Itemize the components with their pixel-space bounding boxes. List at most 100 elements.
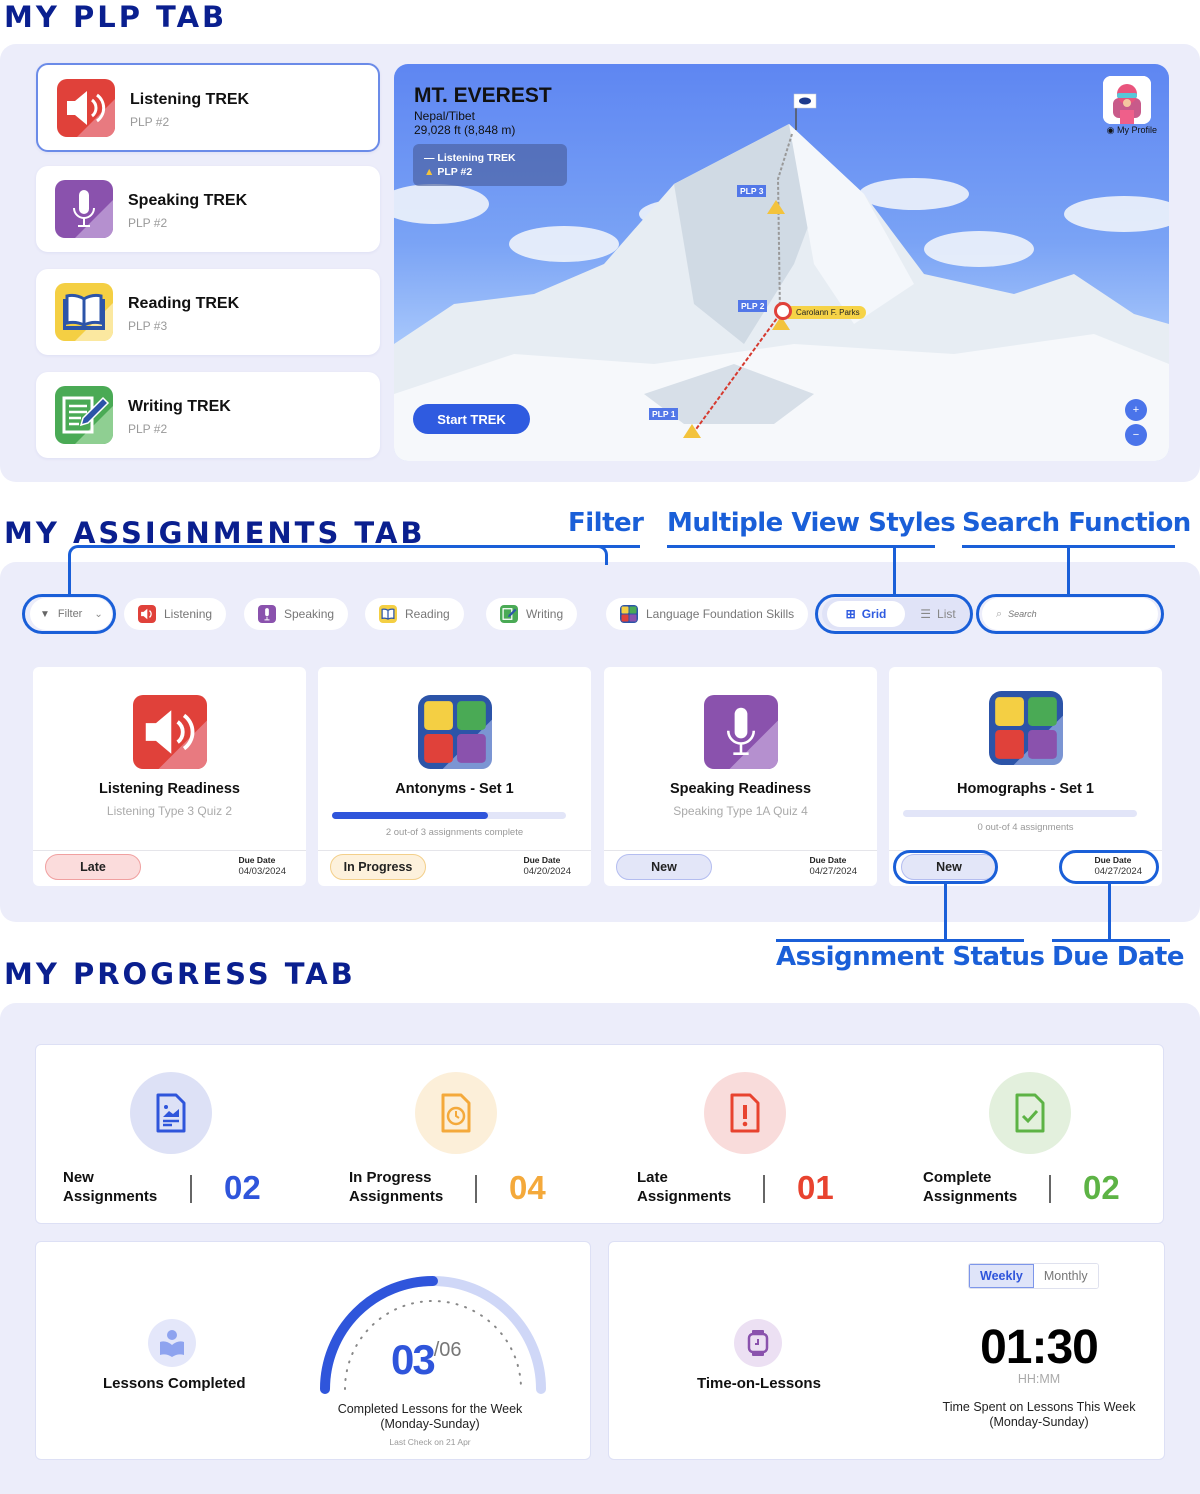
four-skills-icon	[988, 691, 1063, 765]
due-label: Due Date	[238, 855, 276, 865]
assignment-card[interactable]: Antonyms - Set 1 2 out-of 3 assignments …	[318, 667, 591, 886]
chip-listening[interactable]: Listening	[124, 598, 227, 630]
card-divider	[318, 850, 591, 851]
stat-label: In Progress Assignments	[349, 1168, 443, 1206]
my-profile-link[interactable]: ◉ My Profile	[1107, 125, 1157, 136]
callout-connector	[68, 545, 608, 565]
card-title: Listening Readiness	[98, 781, 240, 797]
trek-plp: PLP #3	[128, 319, 168, 333]
trek-title: Writing TREK	[128, 398, 231, 415]
assignment-card[interactable]: Speaking Readiness Speaking Type 1A Quiz…	[604, 667, 877, 886]
student-location-pin-icon	[774, 302, 792, 320]
callout-status: Assignment Status	[776, 942, 1045, 972]
stat-value: 02	[1083, 1169, 1120, 1206]
stat-late: Late Assignments 01	[610, 1045, 890, 1225]
microphone-icon	[703, 695, 778, 769]
stat-label: Late Assignments	[637, 1168, 731, 1206]
speaker-icon	[57, 79, 115, 137]
book-icon	[55, 283, 113, 341]
height-text: 29,028 ft (8,848 m)	[414, 123, 516, 137]
search-highlight	[976, 594, 1164, 634]
card-title: Antonyms - Set 1	[395, 781, 514, 797]
status-badge: New	[616, 854, 712, 880]
progress-text: 0 out-of 4 assignments	[977, 822, 1074, 833]
chip-language-foundation-skills[interactable]: Language Foundation Skills	[606, 598, 809, 630]
camp-tent-plp3[interactable]	[767, 200, 785, 214]
divider	[190, 1175, 192, 1203]
caption-line: (Monday-Sunday)	[380, 1417, 480, 1431]
callout-connector	[893, 545, 896, 597]
microphone-icon	[55, 180, 113, 238]
callout-connector	[68, 563, 71, 597]
trek-item-reading[interactable]: Reading TREK PLP #3	[36, 269, 380, 355]
callout-connector	[1067, 545, 1070, 597]
stat-value: 01	[797, 1169, 834, 1206]
trek-title: Listening TREK	[130, 91, 250, 108]
status-badge: Late	[45, 854, 141, 880]
callout-due-date: Due Date	[1052, 942, 1184, 972]
trek-item-speaking[interactable]: Speaking TREK PLP #2	[36, 166, 380, 252]
view-highlight	[815, 594, 973, 634]
chip-writing[interactable]: Writing	[486, 598, 578, 630]
chip-reading[interactable]: Reading	[365, 598, 464, 630]
card-title: Speaking Readiness	[669, 781, 812, 797]
due-value: 04/20/2024	[523, 866, 571, 877]
trek-item-writing[interactable]: Writing TREK PLP #2	[36, 372, 380, 458]
lessons-completed-value: 03	[391, 1336, 436, 1383]
smartwatch-icon	[734, 1319, 782, 1367]
due-date: Due Date 04/03/2024	[238, 855, 286, 877]
stat-label-line: Late	[637, 1169, 668, 1186]
lessons-caption: Completed Lessons for the Week (Monday-S…	[306, 1402, 554, 1450]
trek-item-listening[interactable]: Listening TREK PLP #2	[36, 63, 380, 152]
due-date: Due Date 04/27/2024	[809, 855, 857, 877]
legend-trek-line: — Listening TREK	[424, 152, 516, 164]
reading-person-icon	[148, 1319, 196, 1367]
trek-map[interactable]: MT. EVEREST Nepal/Tibet 29,028 ft (8,848…	[394, 64, 1169, 461]
due-value: 04/27/2024	[809, 866, 857, 877]
divider	[763, 1175, 765, 1203]
stat-label-line: Assignments	[349, 1188, 444, 1205]
camp-tent-icon: ▲	[424, 166, 435, 178]
pencil-notepad-icon	[55, 386, 113, 444]
book-icon	[379, 605, 397, 623]
tab-monthly[interactable]: Monthly	[1033, 1264, 1098, 1288]
pencil-notepad-icon	[500, 605, 518, 623]
callout-view-styles: Multiple View Styles	[667, 508, 956, 538]
start-trek-button[interactable]: Start TREK	[413, 404, 530, 434]
lessons-completed-card: Lessons Completed 03/06 Completed Lesson…	[35, 1241, 591, 1460]
callout-search: Search Function	[962, 508, 1191, 538]
card-divider	[33, 850, 306, 851]
period-toggle: Weekly Monthly	[968, 1263, 1099, 1289]
progress-section-title: MY PROGRESS TAB	[4, 957, 356, 991]
status-badge: In Progress	[330, 854, 426, 880]
chip-speaking[interactable]: Speaking	[244, 598, 349, 630]
stat-in-progress: In Progress Assignments 04	[322, 1045, 602, 1225]
camp-label-plp1: PLP 1	[649, 408, 679, 420]
divider	[1049, 1175, 1051, 1203]
zoom-in-button[interactable]: +	[1125, 399, 1147, 421]
stat-label-line: Assignments	[637, 1188, 732, 1205]
tab-weekly[interactable]: Weekly	[969, 1264, 1034, 1288]
progress-fill	[332, 812, 489, 819]
caption-line: Completed Lessons for the Week	[337, 1402, 523, 1416]
zoom-out-icon: −	[1132, 429, 1140, 441]
divider	[475, 1175, 477, 1203]
filter-highlight	[22, 594, 116, 634]
stat-new: New Assignments 02	[36, 1045, 316, 1225]
time-unit: HH:MM	[1017, 1372, 1061, 1386]
stat-value: 04	[509, 1169, 546, 1206]
stat-label-line: Assignments	[63, 1188, 158, 1205]
callout-connector	[1108, 884, 1111, 940]
stat-complete: Complete Assignments 02	[896, 1045, 1176, 1225]
time-label: Time-on-Lessons	[697, 1375, 821, 1392]
assignment-card[interactable]: Listening Readiness Listening Type 3 Qui…	[33, 667, 306, 886]
chip-label: Speaking	[284, 607, 335, 621]
plp-section-title: MY PLP TAB	[4, 0, 228, 34]
status-highlight	[893, 850, 998, 884]
profile-avatar[interactable]	[1103, 76, 1151, 124]
zoom-out-button[interactable]: −	[1125, 424, 1147, 446]
trek-plp: PLP #2	[130, 115, 170, 129]
camp-tent-plp1[interactable]	[683, 424, 701, 438]
legend-camp: ▲ PLP #2	[424, 165, 556, 179]
lessons-total-value: /06	[433, 1339, 462, 1361]
